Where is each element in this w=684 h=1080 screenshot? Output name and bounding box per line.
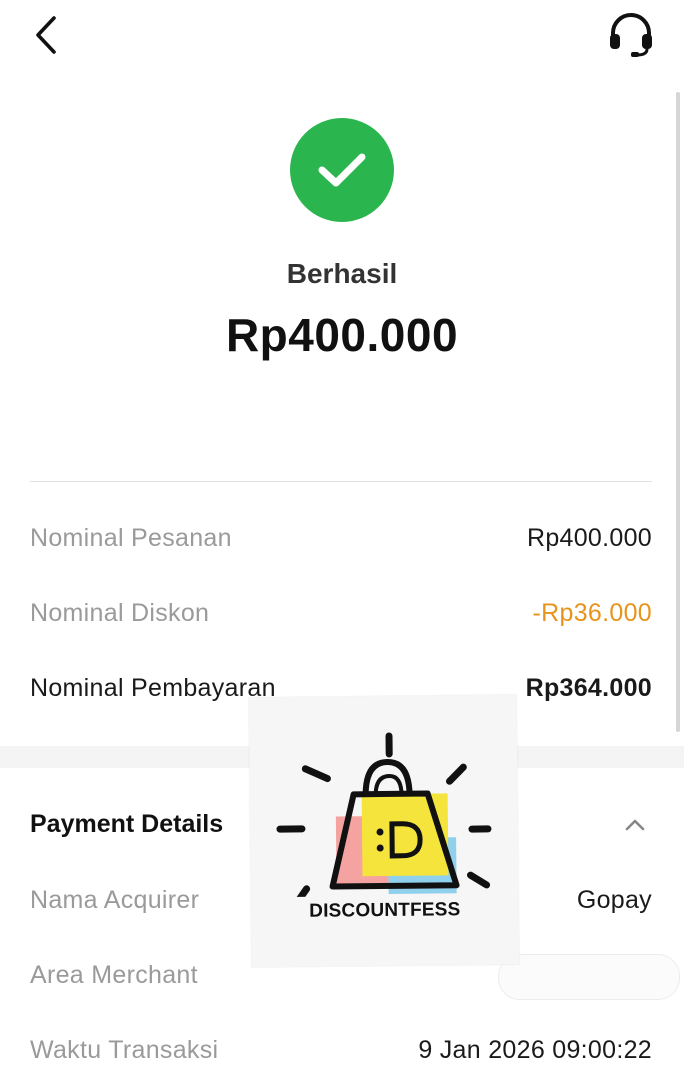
payment-amount-value: Rp364.000	[525, 674, 652, 702]
redacted-merchant-area	[498, 954, 680, 1000]
discount-amount-value: -Rp36.000	[532, 599, 652, 627]
acquirer-name-label: Nama Acquirer	[30, 886, 200, 914]
payment-amount-label: Nominal Pembayaran	[30, 674, 276, 702]
acquirer-name-value: Gopay	[576, 886, 652, 914]
merchant-area-label: Area Merchant	[30, 961, 198, 989]
transaction-amount: Rp400.000	[225, 309, 459, 361]
headset-icon	[610, 13, 652, 57]
transaction-time-value: 9 Jan 2026 09:00:22	[418, 1036, 652, 1064]
scrollbar[interactable]	[676, 92, 680, 732]
payment-details-title: Payment Details	[30, 810, 224, 838]
order-amount-label: Nominal Pesanan	[30, 524, 232, 552]
back-button[interactable]	[22, 10, 72, 60]
check-icon	[318, 153, 366, 187]
success-badge	[290, 118, 394, 222]
collapse-button[interactable]	[620, 810, 650, 840]
chevron-up-icon	[625, 819, 645, 831]
status-text: Berhasil	[286, 258, 398, 289]
chevron-left-icon	[36, 16, 56, 54]
divider	[30, 481, 652, 482]
order-amount-value: Rp400.000	[526, 524, 652, 552]
shopping-bag-logo-icon	[276, 732, 492, 898]
discount-amount-label: Nominal Diskon	[30, 599, 210, 627]
watermark-text: DISCOUNTFESS	[309, 899, 461, 922]
watermark-sticker: DISCOUNTFESS	[248, 694, 520, 968]
customer-support-button[interactable]	[606, 10, 656, 60]
transaction-time-label: Waktu Transaksi	[30, 1036, 219, 1064]
